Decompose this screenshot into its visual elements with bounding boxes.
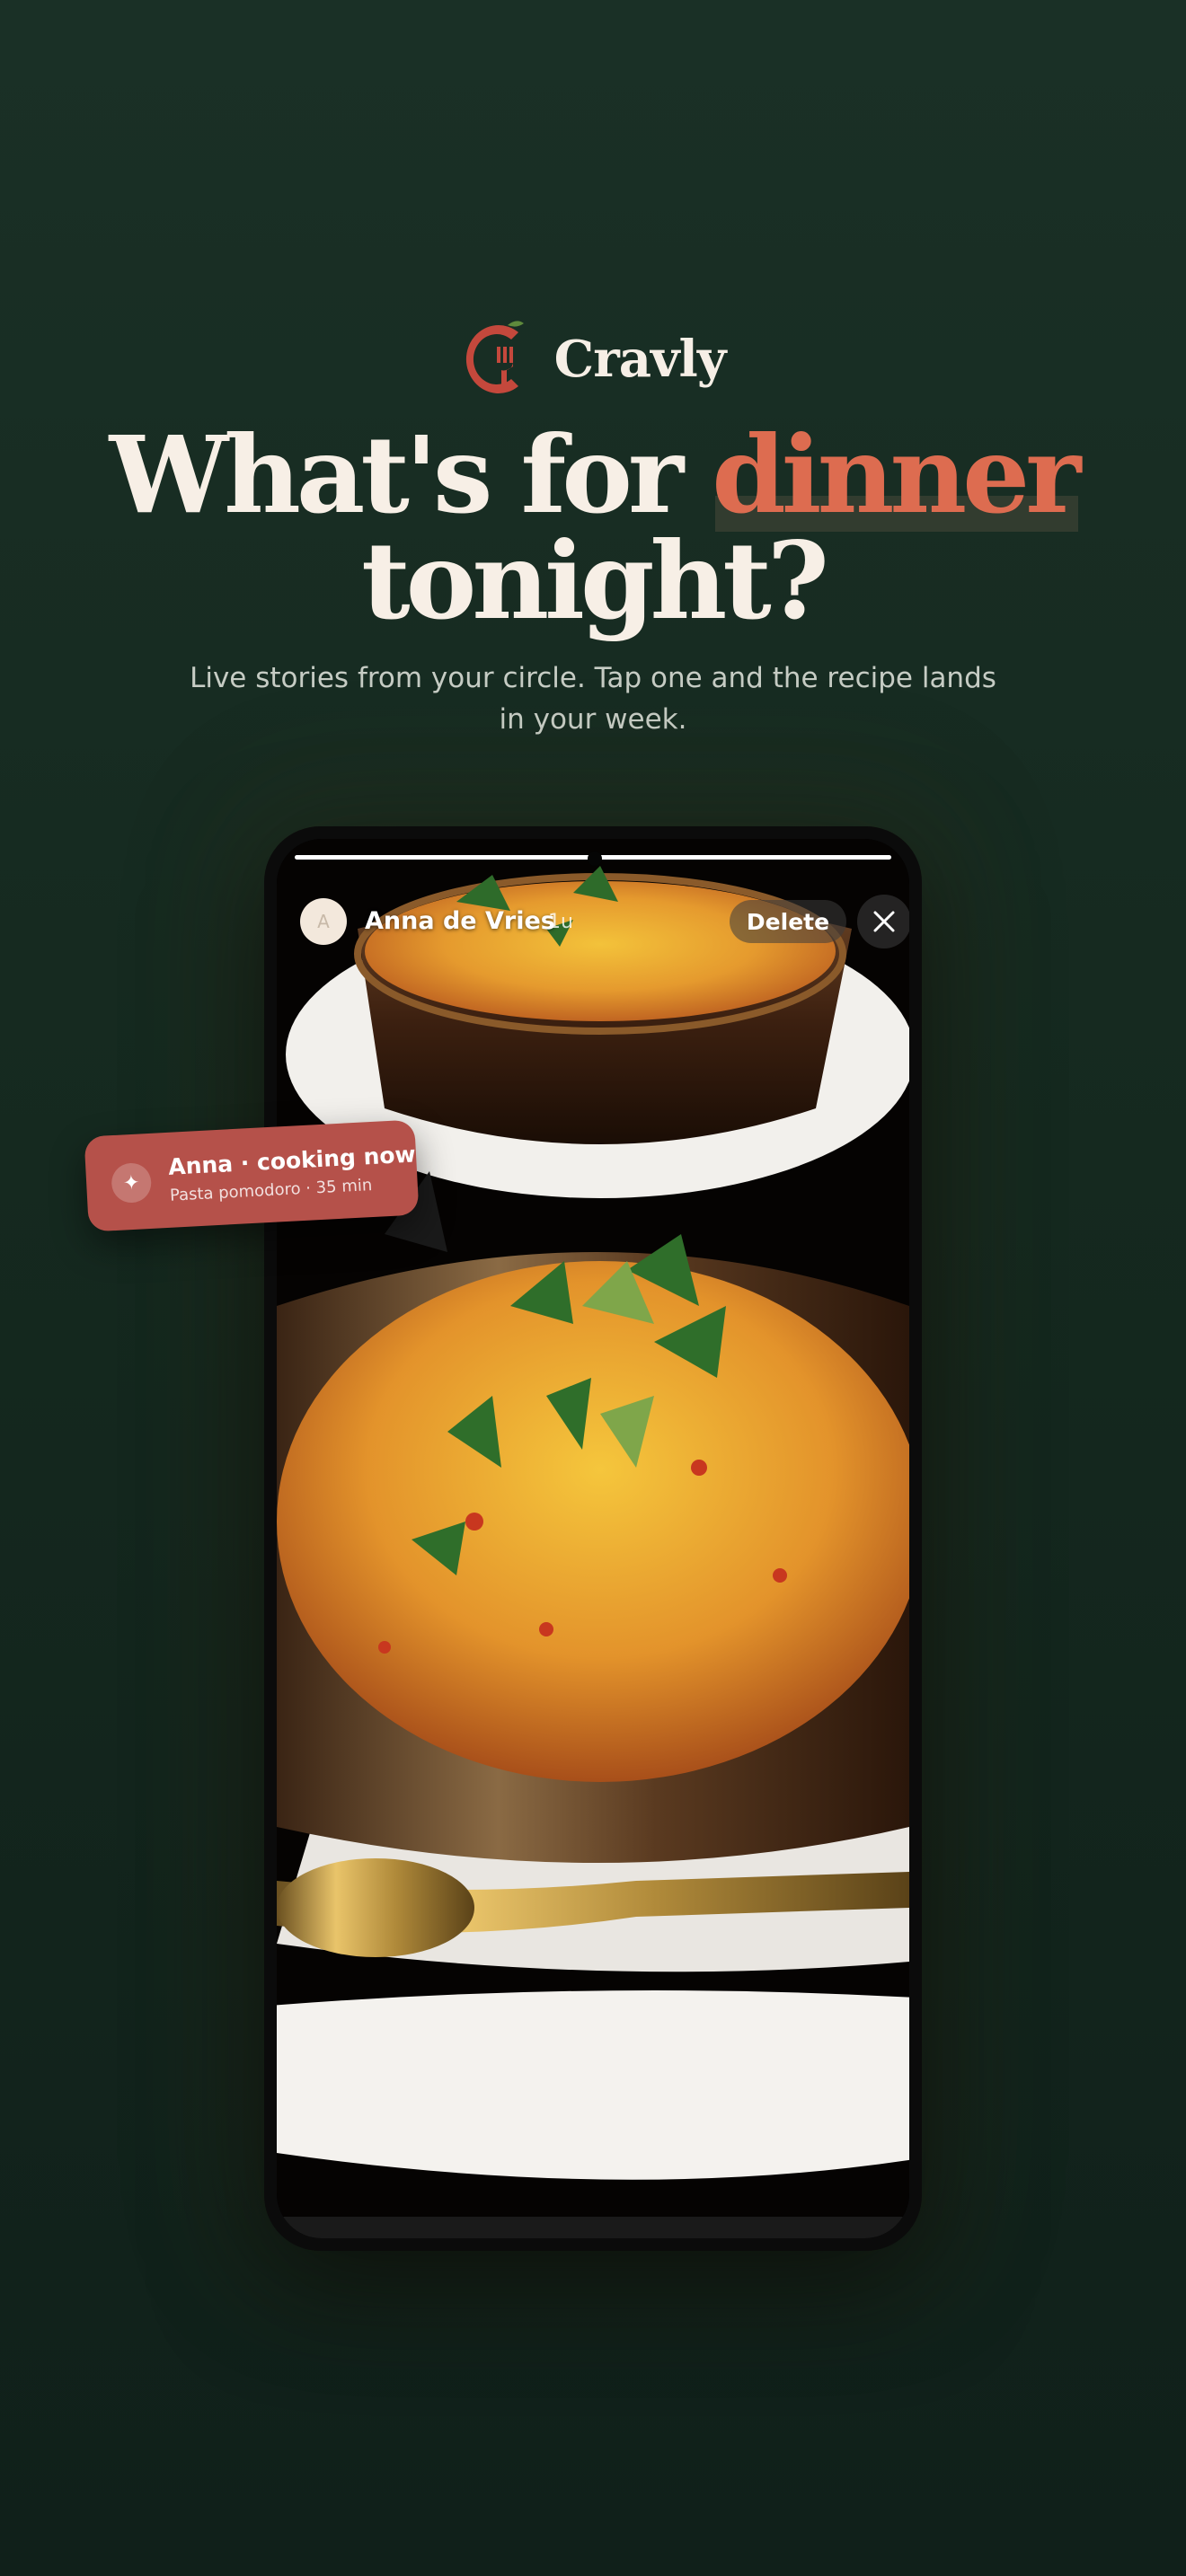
delete-button[interactable]: Delete xyxy=(730,900,846,943)
sparkle-icon: ✦ xyxy=(111,1161,153,1204)
story-photo xyxy=(277,839,909,2217)
headline-line-2: tonight? xyxy=(361,518,829,643)
headline-line-1: What's for dinner xyxy=(0,412,1186,537)
headline-accent-word: dinner xyxy=(712,412,1081,537)
toast-subtitle: Pasta pomodoro · 35 min xyxy=(169,1176,373,1205)
story-time-ago: 1u xyxy=(548,911,573,933)
close-icon xyxy=(873,911,895,932)
cooking-now-toast[interactable]: ✦ Anna · cooking now Pasta pomodoro · 35… xyxy=(84,1119,420,1232)
fork-c-logo-icon xyxy=(465,321,524,393)
toast-title: Anna · cooking now xyxy=(167,1141,417,1180)
story-topbar: A Anna de Vries 1u Delete xyxy=(300,895,909,948)
brand-name: Cravly xyxy=(553,330,727,389)
phone-mockup: A Anna de Vries 1u Delete xyxy=(264,826,922,2251)
avatar[interactable]: A xyxy=(300,898,347,945)
brand-header: Cravly xyxy=(0,316,1186,402)
page-headline: What's for dinner tonight? xyxy=(0,422,1186,634)
bottom-bar xyxy=(277,2217,909,2238)
story-viewer[interactable]: A Anna de Vries 1u Delete xyxy=(277,839,909,2238)
story-user-name[interactable]: Anna de Vries xyxy=(365,907,555,935)
close-button[interactable] xyxy=(857,895,909,948)
camera-cutout xyxy=(588,851,602,866)
page-subtitle: Live stories from your circle. Tap one a… xyxy=(190,662,996,736)
